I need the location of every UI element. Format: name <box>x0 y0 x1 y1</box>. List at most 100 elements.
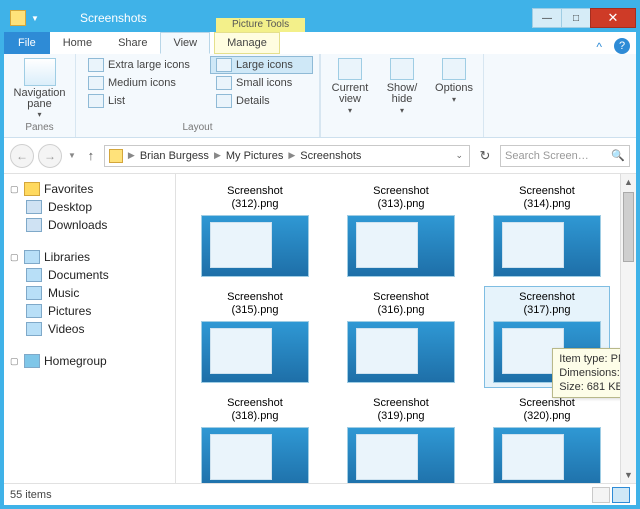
file-name: Screenshot (319).png <box>373 397 429 423</box>
view-list[interactable]: List <box>82 92 210 110</box>
maximize-button[interactable]: □ <box>561 8 591 28</box>
large-icon <box>216 58 232 72</box>
current-view-icon <box>338 58 362 80</box>
history-dropdown-icon[interactable]: ▼ <box>66 151 78 160</box>
sidebar-item-downloads[interactable]: Downloads <box>8 216 171 234</box>
videos-icon <box>26 322 42 336</box>
thumbnail-image <box>493 427 601 483</box>
file-item[interactable]: Screenshot (319).png <box>338 392 464 483</box>
breadcrumb[interactable]: ▶ Brian Burgess ▶ My Pictures ▶ Screensh… <box>104 145 470 167</box>
breadcrumb-item[interactable]: My Pictures <box>224 150 285 162</box>
file-item[interactable]: Screenshot (318).png <box>192 392 318 483</box>
view-large-icons[interactable]: Large icons <box>210 56 313 74</box>
status-bar: 55 items <box>4 483 636 505</box>
medium-icon <box>88 76 104 90</box>
scroll-up-icon[interactable]: ▲ <box>621 174 636 190</box>
star-icon <box>24 182 40 196</box>
tab-share[interactable]: Share <box>105 32 160 54</box>
search-input[interactable]: Search Screen… 🔍 <box>500 145 630 167</box>
pictures-icon <box>26 304 42 318</box>
view-details[interactable]: Details <box>210 92 313 110</box>
chevron-down-icon: ▾ <box>400 105 404 116</box>
details-view-button[interactable] <box>592 487 610 503</box>
chevron-right-icon[interactable]: ▶ <box>211 150 224 161</box>
view-small-icons[interactable]: Small icons <box>210 74 313 92</box>
details-icon <box>216 94 232 108</box>
current-view-button[interactable]: Current view ▾ <box>327 58 373 116</box>
file-item[interactable]: Screenshot (312).png <box>192 180 318 282</box>
sidebar-item-pictures[interactable]: Pictures <box>8 302 171 320</box>
chevron-right-icon[interactable]: ▶ <box>125 150 138 161</box>
scroll-down-icon[interactable]: ▼ <box>621 467 636 483</box>
file-name: Screenshot (313).png <box>373 185 429 211</box>
thumbnail-image <box>201 427 309 483</box>
picture-tools-header: Picture Tools <box>216 18 305 32</box>
close-button[interactable]: ✕ <box>590 8 636 28</box>
chevron-down-icon: ▾ <box>452 94 456 105</box>
scrollbar[interactable]: ▲ ▼ <box>620 174 636 483</box>
file-name: Screenshot (314).png <box>519 185 575 211</box>
show-hide-icon <box>390 58 414 80</box>
desktop-icon <box>26 200 42 214</box>
navigation-pane-button[interactable]: Navigation pane ▾ <box>10 56 69 121</box>
refresh-button[interactable]: ↻ <box>474 145 496 167</box>
folder-icon <box>10 10 26 26</box>
search-icon: 🔍 <box>611 149 625 162</box>
forward-button[interactable]: → <box>38 144 62 168</box>
up-button[interactable]: ↑ <box>82 147 100 165</box>
contextual-tab-header: Picture Tools <box>216 4 305 32</box>
tab-home[interactable]: Home <box>50 32 105 54</box>
qat-dropdown-icon[interactable]: ▼ <box>30 14 40 23</box>
sidebar-favorites[interactable]: ▢Favorites <box>8 180 171 198</box>
options-icon <box>442 58 466 80</box>
breadcrumb-dropdown-icon[interactable]: ⌄ <box>451 150 467 161</box>
chevron-down-icon: ▾ <box>348 105 352 116</box>
thumbnail-image <box>347 215 455 277</box>
thumbnail-image <box>493 215 601 277</box>
sidebar-item-videos[interactable]: Videos <box>8 320 171 338</box>
show-hide-button[interactable]: Show/ hide ▾ <box>379 58 425 116</box>
list-icon <box>88 94 104 108</box>
ribbon-tabs: File Home Share View Manage ^ ? <box>4 32 636 54</box>
file-name: Screenshot (316).png <box>373 291 429 317</box>
homegroup-icon <box>24 354 40 368</box>
breadcrumb-item[interactable]: Screenshots <box>298 150 363 162</box>
tab-manage[interactable]: Manage <box>214 32 280 54</box>
file-item[interactable]: Screenshot (316).png <box>338 286 464 388</box>
view-medium-icons[interactable]: Medium icons <box>82 74 210 92</box>
navigation-pane-icon <box>24 58 56 86</box>
view-extra-large-icons[interactable]: Extra large icons <box>82 56 210 74</box>
breadcrumb-item[interactable]: Brian Burgess <box>138 150 211 162</box>
scroll-thumb[interactable] <box>623 192 634 262</box>
file-item[interactable]: Screenshot (314).png <box>484 180 610 282</box>
collapse-ribbon-icon[interactable]: ^ <box>590 40 608 54</box>
file-name: Screenshot (320).png <box>519 397 575 423</box>
sidebar-homegroup[interactable]: ▢Homegroup <box>8 352 171 370</box>
file-list[interactable]: Screenshot (312).png Screenshot (313).png… <box>176 174 636 483</box>
sidebar-item-desktop[interactable]: Desktop <box>8 198 171 216</box>
titlebar[interactable]: ▼ Screenshots Picture Tools — □ ✕ <box>4 4 636 32</box>
thumbnail-image <box>347 321 455 383</box>
help-icon[interactable]: ? <box>614 38 630 54</box>
file-item[interactable]: Screenshot (315).png <box>192 286 318 388</box>
ribbon: Navigation pane ▾ Panes Extra large icon… <box>4 54 636 138</box>
sidebar-item-documents[interactable]: Documents <box>8 266 171 284</box>
navigation-pane: ▢Favorites Desktop Downloads ▢Libraries … <box>4 174 176 483</box>
group-label-layout: Layout <box>82 122 313 135</box>
file-item[interactable]: Screenshot (313).png <box>338 180 464 282</box>
search-placeholder: Search Screen… <box>505 150 589 162</box>
tab-view[interactable]: View <box>160 32 210 54</box>
back-button[interactable]: ← <box>10 144 34 168</box>
sidebar-item-music[interactable]: Music <box>8 284 171 302</box>
chevron-down-icon: ▾ <box>37 110 41 119</box>
sidebar-libraries[interactable]: ▢Libraries <box>8 248 171 266</box>
downloads-icon <box>26 218 42 232</box>
tab-file[interactable]: File <box>4 32 50 54</box>
options-button[interactable]: Options ▾ <box>431 58 477 116</box>
thumbnail-image <box>201 321 309 383</box>
file-item[interactable]: Screenshot (320).png <box>484 392 610 483</box>
chevron-right-icon[interactable]: ▶ <box>285 150 298 161</box>
minimize-button[interactable]: — <box>532 8 562 28</box>
thumbnail-view-button[interactable] <box>612 487 630 503</box>
status-item-count: 55 items <box>10 489 52 501</box>
